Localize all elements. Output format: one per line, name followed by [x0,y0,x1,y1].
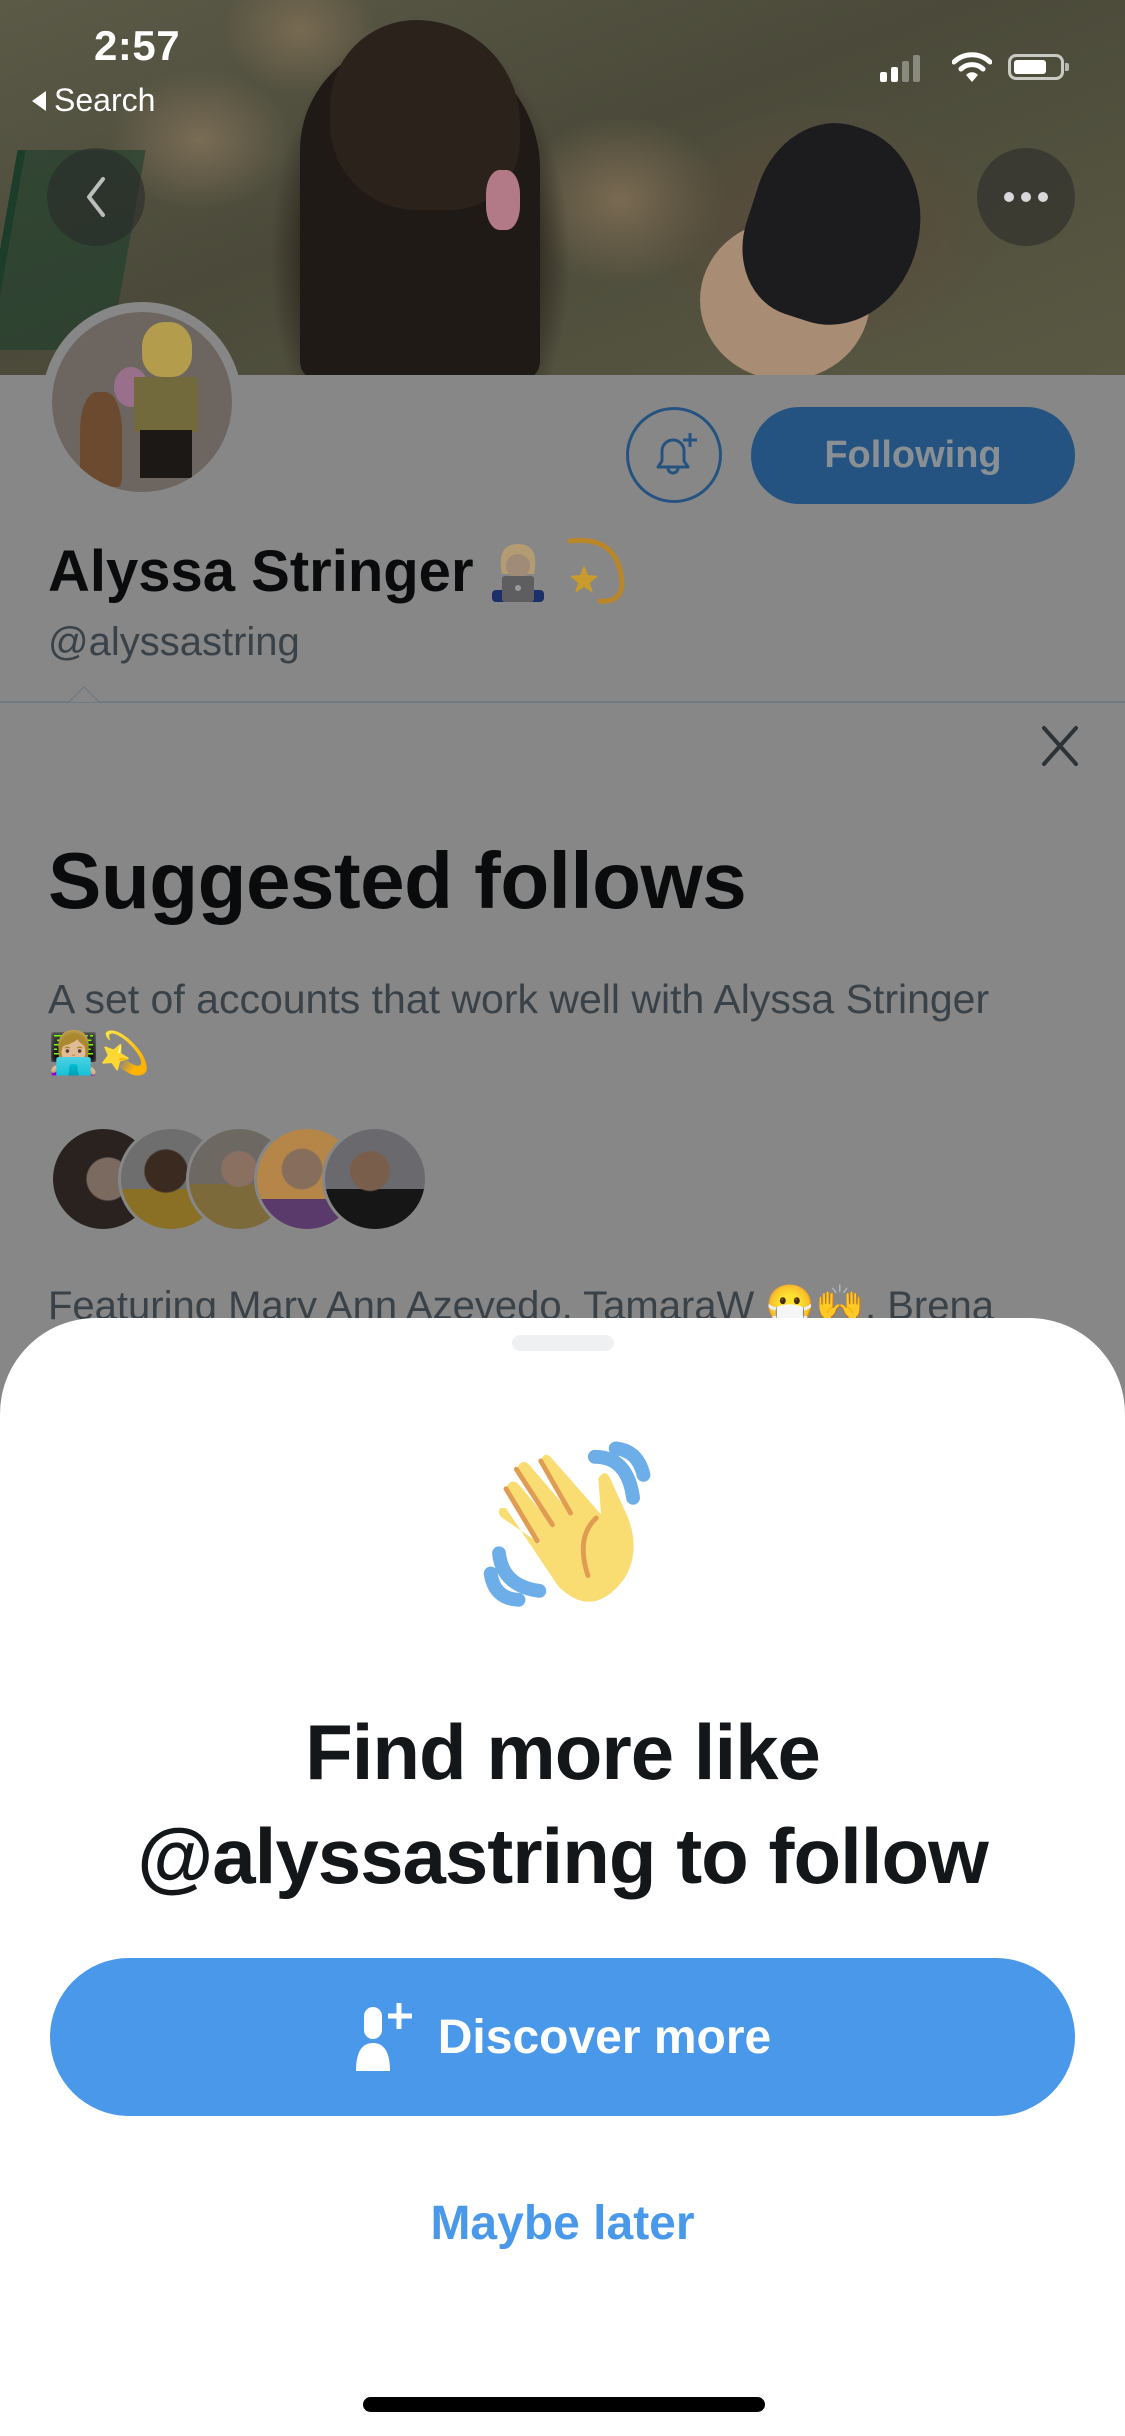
battery-icon [1008,54,1069,80]
technologist-emoji-icon [491,544,544,602]
sheet-title-line1: Find more like [305,1708,821,1796]
cellular-signal-icon [880,52,920,82]
chevron-left-icon [87,177,105,217]
banner-dog-tongue [486,170,520,230]
dizzy-star-emoji-icon [567,537,625,604]
discover-more-button[interactable]: Discover more [50,1958,1075,2116]
home-indicator[interactable] [363,2397,765,2412]
display-name-text: Alyssa Stringer [48,538,474,604]
avatar-image [52,312,232,492]
bell-plus-icon [656,433,697,475]
profile-handle: @alyssastring [48,620,300,664]
status-bar: 2:57 Search [0,0,1125,130]
add-user-icon [355,2003,412,2071]
suggested-follows-description: A set of accounts that work well with Al… [48,976,990,1076]
profile-display-name: Alyssa Stringer [48,535,626,607]
suggested-avatars[interactable] [50,1126,450,1234]
following-button[interactable]: Following [751,407,1075,504]
status-time: 2:57 [94,22,181,69]
maybe-later-button[interactable]: Maybe later [0,2196,1125,2251]
more-horizontal-icon [1004,192,1048,202]
more-options-button[interactable] [977,148,1075,246]
sheet-grabber-handle[interactable] [512,1335,614,1351]
notifications-button[interactable] [626,407,722,503]
discover-more-label: Discover more [437,2010,772,2064]
wifi-icon [952,52,992,82]
close-icon[interactable] [1040,724,1080,768]
back-triangle-icon [32,90,46,111]
back-button[interactable] [47,148,145,246]
back-to-app-link[interactable]: Search [32,82,155,119]
waving-hand-icon [483,1441,651,1607]
suggested-follows-title: Suggested follows [48,836,747,925]
back-to-app-label: Search [54,82,156,118]
section-divider [0,701,1125,703]
sheet-title-line2: @alyssastring to follow [137,1812,989,1900]
suggested-avatar [322,1126,428,1232]
tooltip-caret [68,686,100,702]
profile-avatar[interactable] [42,302,242,502]
sheet-title: Find more like @alyssastring to follow [0,1700,1125,1908]
